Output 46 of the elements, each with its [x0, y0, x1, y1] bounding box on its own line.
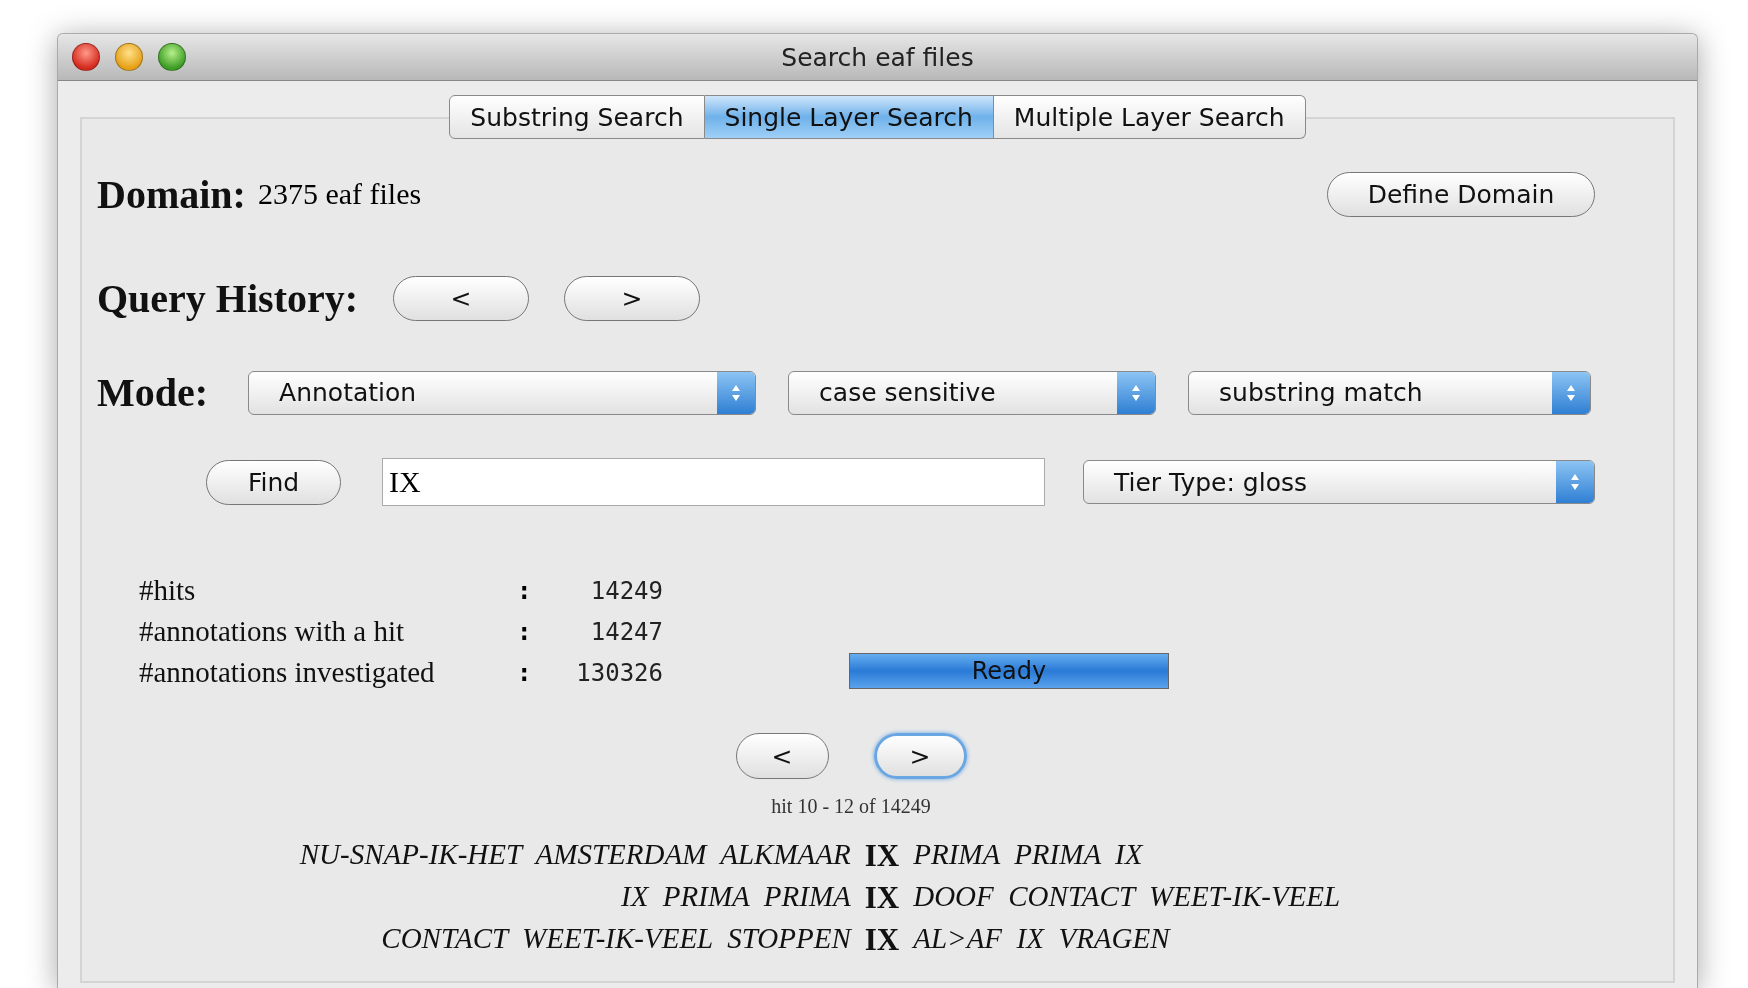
- stepper-icon: [1552, 371, 1591, 414]
- context-right: DOOF CONTACT WEET-IK-VEEL: [913, 880, 1342, 914]
- window-title: Search eaf files: [781, 42, 974, 72]
- stat-label: #hits: [139, 574, 197, 607]
- context-left: CONTACT WEET-IK-VEEL STOPPEN: [380, 922, 851, 956]
- stepper-icon: [1556, 461, 1594, 503]
- context-right: AL>AF IX VRAGEN: [913, 922, 1172, 956]
- separator: :: [517, 576, 533, 605]
- zoom-button[interactable]: [158, 43, 186, 71]
- context-left: IX PRIMA PRIMA: [620, 880, 851, 914]
- dropdown[interactable]: case sensitive: [788, 370, 1157, 415]
- hit-nav-button[interactable]: <: [735, 733, 829, 779]
- find-button[interactable]: Find: [206, 459, 341, 505]
- close-button[interactable]: [72, 43, 100, 71]
- dropdown[interactable]: substring match: [1188, 370, 1592, 415]
- separator: :: [517, 658, 533, 687]
- stat-value: 14249: [589, 576, 663, 605]
- query-input-field[interactable]: IX: [382, 458, 1045, 506]
- stat-value: 14247: [589, 617, 663, 646]
- history-button[interactable]: >: [564, 276, 701, 321]
- context-right: PRIMA PRIMA IX: [913, 838, 1145, 872]
- dropdown[interactable]: Tier Type: gloss: [1083, 460, 1595, 504]
- define-domain-button[interactable]: Define Domain: [1327, 171, 1595, 217]
- tab[interactable]: Substring Search: [449, 95, 705, 139]
- stat-label: #annotations investigated: [139, 656, 436, 689]
- tab[interactable]: Multiple Layer Search: [993, 95, 1306, 139]
- stepper-icon: [717, 371, 756, 414]
- history-button[interactable]: <: [393, 276, 530, 321]
- keyword: IX: [864, 922, 900, 958]
- domain-value: 2375 eaf files: [257, 177, 422, 211]
- stat-label: #annotations with a hit: [139, 615, 405, 648]
- stepper-icon: [1117, 371, 1156, 414]
- dropdown[interactable]: Annotation: [248, 370, 757, 415]
- keyword: IX: [864, 838, 900, 874]
- minimize-button[interactable]: [115, 43, 143, 71]
- hit-range-text: hit 10 - 12 of 14249: [770, 795, 932, 818]
- keyword: IX: [864, 880, 900, 916]
- query-history-label: Query History:: [97, 275, 359, 322]
- tab[interactable]: Single Layer Search: [704, 95, 994, 139]
- context-left: NU-SNAP-IK-HET AMSTERDAM ALKMAAR: [298, 838, 851, 872]
- progress-text: Ready: [970, 656, 1048, 687]
- stat-value: 130326: [575, 658, 663, 687]
- domain-label: Domain:: [97, 170, 246, 218]
- mode-label: Mode:: [97, 369, 209, 416]
- separator: :: [517, 617, 533, 646]
- hit-nav-button[interactable]: >: [873, 733, 967, 779]
